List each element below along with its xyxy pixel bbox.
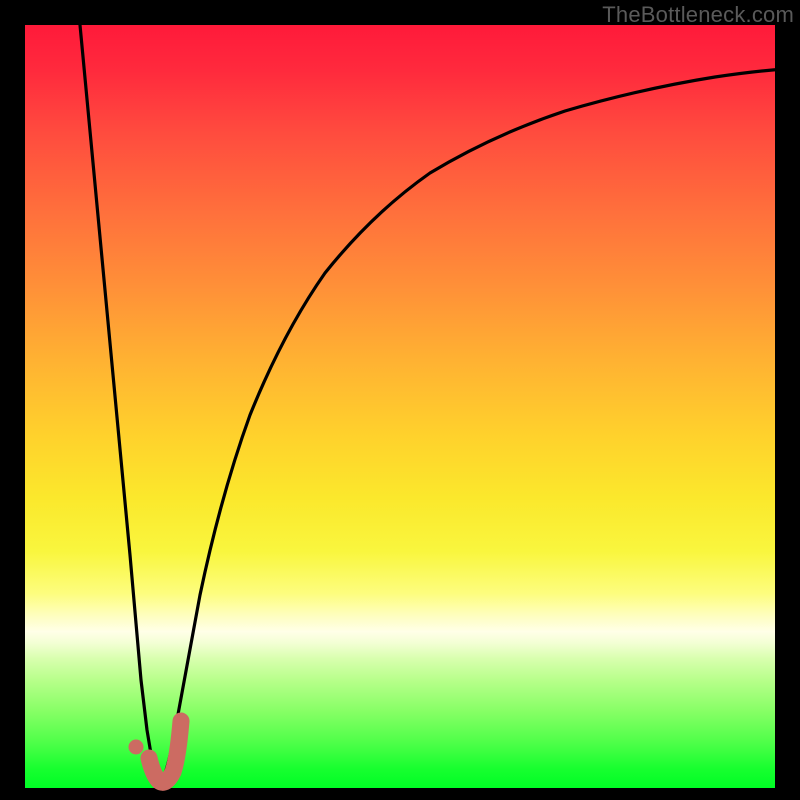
watermark-text: TheBottleneck.com [602,2,794,28]
recommended-point-marker [129,740,144,755]
chart-overlay [25,25,775,788]
chart-frame: TheBottleneck.com [0,0,800,800]
bottleneck-curve [80,25,785,782]
j-stroke-accent [149,721,181,782]
